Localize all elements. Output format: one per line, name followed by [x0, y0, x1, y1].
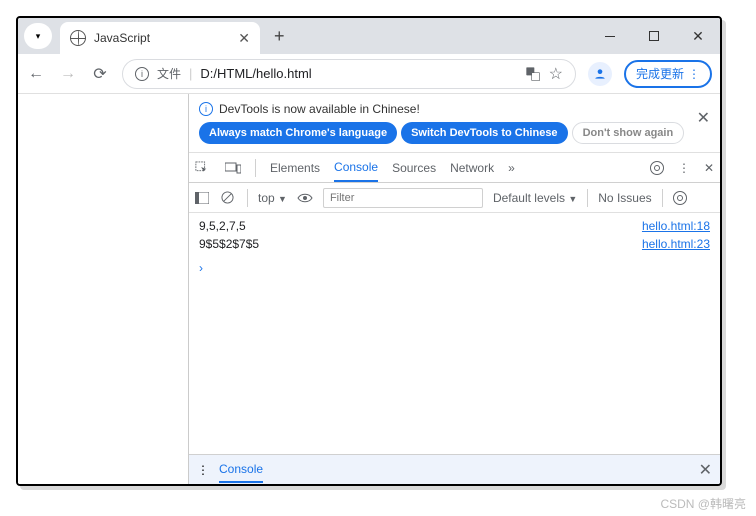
tab-title: JavaScript: [94, 31, 230, 45]
log-row: 9,5,2,7,5 hello.html:18: [199, 217, 710, 235]
tab-elements[interactable]: Elements: [270, 161, 320, 175]
tab-sources[interactable]: Sources: [392, 161, 436, 175]
tab-list-dropdown[interactable]: ▾: [24, 23, 52, 49]
close-banner-icon[interactable]: ✕: [697, 108, 710, 128]
log-levels-selector[interactable]: Default levels ▼: [493, 191, 577, 205]
clear-console-icon[interactable]: [221, 191, 237, 204]
close-tab-icon[interactable]: ✕: [238, 30, 250, 47]
device-toggle-icon[interactable]: [225, 162, 241, 174]
inspect-icon[interactable]: [195, 161, 211, 175]
url-input[interactable]: i 文件 | D:/HTML/hello.html ☆: [122, 59, 576, 89]
tab-console[interactable]: Console: [334, 160, 378, 182]
titlebar: ▾ JavaScript ✕ + ✕: [18, 18, 720, 54]
issues-label[interactable]: No Issues: [598, 191, 651, 205]
devtools-tabs: Elements Console Sources Network » ⋮ ✕: [189, 153, 720, 183]
kebab-menu-icon[interactable]: ⋮: [678, 161, 690, 175]
drawer: ⋮ Console ✕: [189, 454, 720, 484]
site-info-icon[interactable]: i: [135, 67, 149, 81]
maximize-button[interactable]: [632, 18, 676, 54]
translate-icon[interactable]: [525, 66, 541, 82]
page-viewport: [18, 94, 188, 484]
switch-language-button[interactable]: Switch DevTools to Chinese: [401, 122, 568, 144]
drawer-menu-icon[interactable]: ⋮: [197, 463, 209, 477]
back-button[interactable]: ←: [26, 65, 46, 83]
minimize-button[interactable]: [588, 18, 632, 54]
log-row: 9$5$2$7$5 hello.html:23: [199, 235, 710, 253]
reload-button[interactable]: ⟳: [90, 64, 110, 84]
more-tabs-icon[interactable]: »: [508, 161, 515, 175]
close-window-button[interactable]: ✕: [676, 18, 720, 54]
browser-tab[interactable]: JavaScript ✕: [60, 22, 260, 54]
url-text: D:/HTML/hello.html: [200, 66, 516, 81]
info-icon: i: [199, 102, 213, 116]
forward-button[interactable]: →: [58, 65, 78, 83]
log-text: 9,5,2,7,5: [199, 219, 246, 233]
new-tab-button[interactable]: +: [274, 26, 285, 47]
live-expression-icon[interactable]: [297, 193, 313, 203]
log-source-link[interactable]: hello.html:18: [642, 219, 710, 233]
close-devtools-icon[interactable]: ✕: [704, 161, 714, 175]
log-text: 9$5$2$7$5: [199, 237, 259, 251]
console-prompt[interactable]: ›: [199, 261, 710, 275]
tab-network[interactable]: Network: [450, 161, 494, 175]
globe-icon: [70, 30, 86, 46]
console-settings-icon[interactable]: [673, 191, 687, 205]
chevron-down-icon: ▾: [36, 31, 41, 42]
close-drawer-icon[interactable]: ✕: [699, 460, 712, 480]
watermark: CSDN @韩曙亮: [660, 495, 746, 512]
language-banner: i DevTools is now available in Chinese! …: [189, 94, 720, 153]
update-button[interactable]: 完成更新⋮: [624, 60, 712, 88]
bookmark-star-icon[interactable]: ☆: [549, 64, 563, 84]
context-selector[interactable]: top ▼: [258, 191, 287, 205]
console-output: 9,5,2,7,5 hello.html:18 9$5$2$7$5 hello.…: [189, 213, 720, 454]
sidebar-toggle-icon[interactable]: [195, 192, 211, 204]
banner-message: DevTools is now available in Chinese!: [219, 102, 420, 116]
dont-show-button[interactable]: Don't show again: [572, 122, 685, 144]
drawer-tab-console[interactable]: Console: [219, 462, 263, 483]
console-toolbar: top ▼ Default levels ▼ No Issues: [189, 183, 720, 213]
always-match-button[interactable]: Always match Chrome's language: [199, 122, 397, 144]
address-bar: ← → ⟳ i 文件 | D:/HTML/hello.html ☆ 完成更新⋮: [18, 54, 720, 94]
url-scheme-label: 文件: [157, 65, 181, 82]
devtools-panel: i DevTools is now available in Chinese! …: [188, 94, 720, 484]
log-source-link[interactable]: hello.html:23: [642, 237, 710, 251]
profile-button[interactable]: [588, 62, 612, 86]
filter-input[interactable]: [323, 188, 483, 208]
settings-gear-icon[interactable]: [650, 161, 664, 175]
kebab-icon: ⋮: [688, 67, 700, 81]
